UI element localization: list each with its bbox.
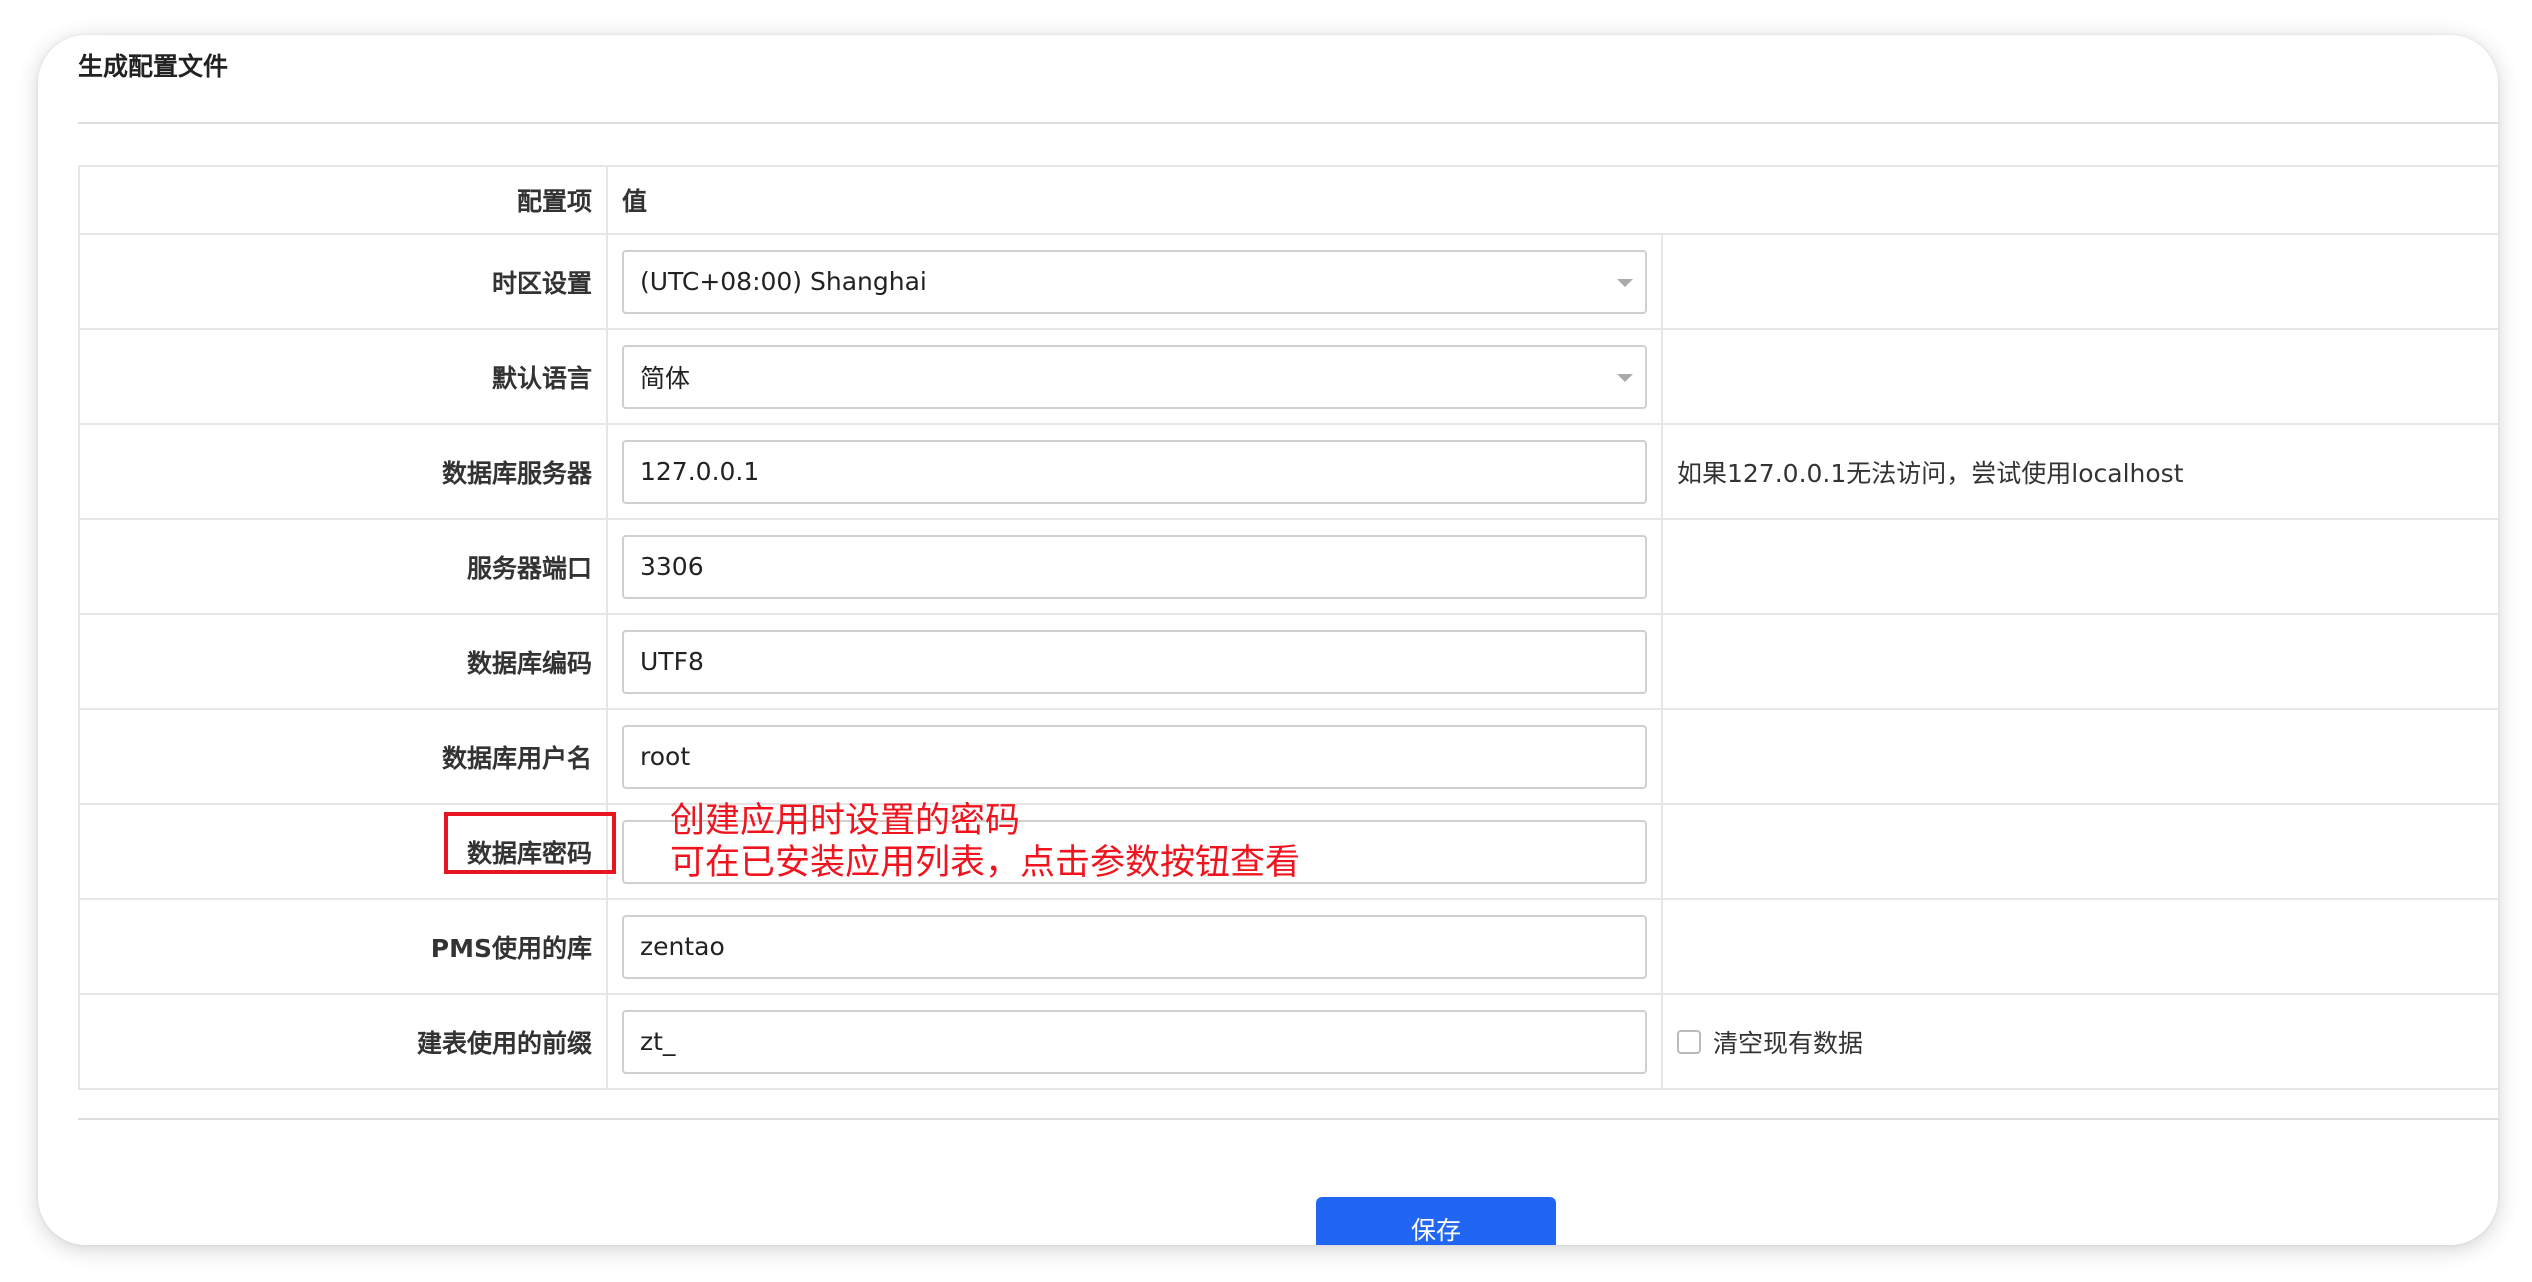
timezone-select-value: (UTC+08:00) Shanghai — [640, 267, 927, 296]
row-extra: 清空现有数据 — [1661, 993, 2498, 1090]
language-select-value: 简体 — [640, 363, 691, 393]
column-header-value: 值 — [606, 165, 2498, 235]
row-extra — [1661, 613, 2498, 710]
save-button[interactable]: 保存 — [1316, 1197, 1556, 1245]
row-label-db-encoding: 数据库编码 — [78, 613, 608, 710]
divider — [78, 1118, 2498, 1120]
timezone-select[interactable]: (UTC+08:00) Shanghai — [622, 249, 1647, 314]
db-encoding-input[interactable]: UTF8 — [622, 629, 1647, 694]
language-select[interactable]: 简体 — [622, 344, 1647, 409]
dropdown-caret-icon — [1617, 373, 1633, 382]
row-extra — [1661, 233, 2498, 330]
db-username-input[interactable]: root — [622, 724, 1647, 789]
table-prefix-input[interactable]: zt_ — [622, 1009, 1647, 1074]
panel-title: 生成配置文件 — [78, 52, 229, 81]
clear-data-option[interactable]: 清空现有数据 — [1677, 1024, 2498, 1060]
row-label-timezone: 时区设置 — [78, 233, 608, 330]
row-label-db-username: 数据库用户名 — [78, 708, 608, 805]
clear-data-label[interactable]: 清空现有数据 — [1713, 1024, 1863, 1060]
config-panel: 生成配置文件 配置项 值 时区设置 (UTC+08:00) Shanghai 默… — [38, 35, 2498, 1245]
column-header-config-item: 配置项 — [78, 165, 608, 235]
row-label-pms-db: PMS使用的库 — [78, 898, 608, 995]
row-extra — [1661, 328, 2498, 425]
db-server-hint: 如果127.0.0.1无法访问，尝试使用localhost — [1661, 423, 2498, 520]
table-header-row: 配置项 值 — [78, 165, 2498, 235]
table-row: 数据库服务器 127.0.0.1 如果127.0.0.1无法访问，尝试使用loc… — [78, 423, 2498, 520]
annotation-text: 创建应用时设置的密码 可在已安装应用列表，点击参数按钮查看 — [670, 800, 1300, 884]
clear-data-checkbox[interactable] — [1677, 1029, 1701, 1054]
table-row: 建表使用的前缀 zt_ 清空现有数据 — [78, 993, 2498, 1090]
annotation-line-1: 创建应用时设置的密码 — [670, 801, 1021, 841]
row-extra — [1661, 708, 2498, 805]
annotation-highlight-box — [444, 812, 616, 874]
dropdown-caret-icon — [1617, 278, 1633, 287]
table-row: 时区设置 (UTC+08:00) Shanghai — [78, 233, 2498, 330]
divider — [78, 122, 2498, 124]
row-extra — [1661, 518, 2498, 615]
table-row: PMS使用的库 zentao — [78, 898, 2498, 995]
table-row: 默认语言 简体 — [78, 328, 2498, 425]
pms-db-input[interactable]: zentao — [622, 914, 1647, 979]
db-server-input[interactable]: 127.0.0.1 — [622, 439, 1647, 504]
row-label-db-server: 数据库服务器 — [78, 423, 608, 520]
row-extra — [1661, 803, 2498, 900]
row-label-server-port: 服务器端口 — [78, 518, 608, 615]
row-label-table-prefix: 建表使用的前缀 — [78, 993, 608, 1090]
row-label-language: 默认语言 — [78, 328, 608, 425]
row-extra — [1661, 898, 2498, 995]
config-table: 配置项 值 时区设置 (UTC+08:00) Shanghai 默认语言 简体 … — [78, 165, 2498, 1090]
table-row: 数据库用户名 root — [78, 708, 2498, 805]
table-row: 数据库编码 UTF8 — [78, 613, 2498, 710]
annotation-line-2: 可在已安装应用列表，点击参数按钮查看 — [670, 843, 1301, 883]
table-row: 服务器端口 3306 — [78, 518, 2498, 615]
server-port-input[interactable]: 3306 — [622, 534, 1647, 599]
